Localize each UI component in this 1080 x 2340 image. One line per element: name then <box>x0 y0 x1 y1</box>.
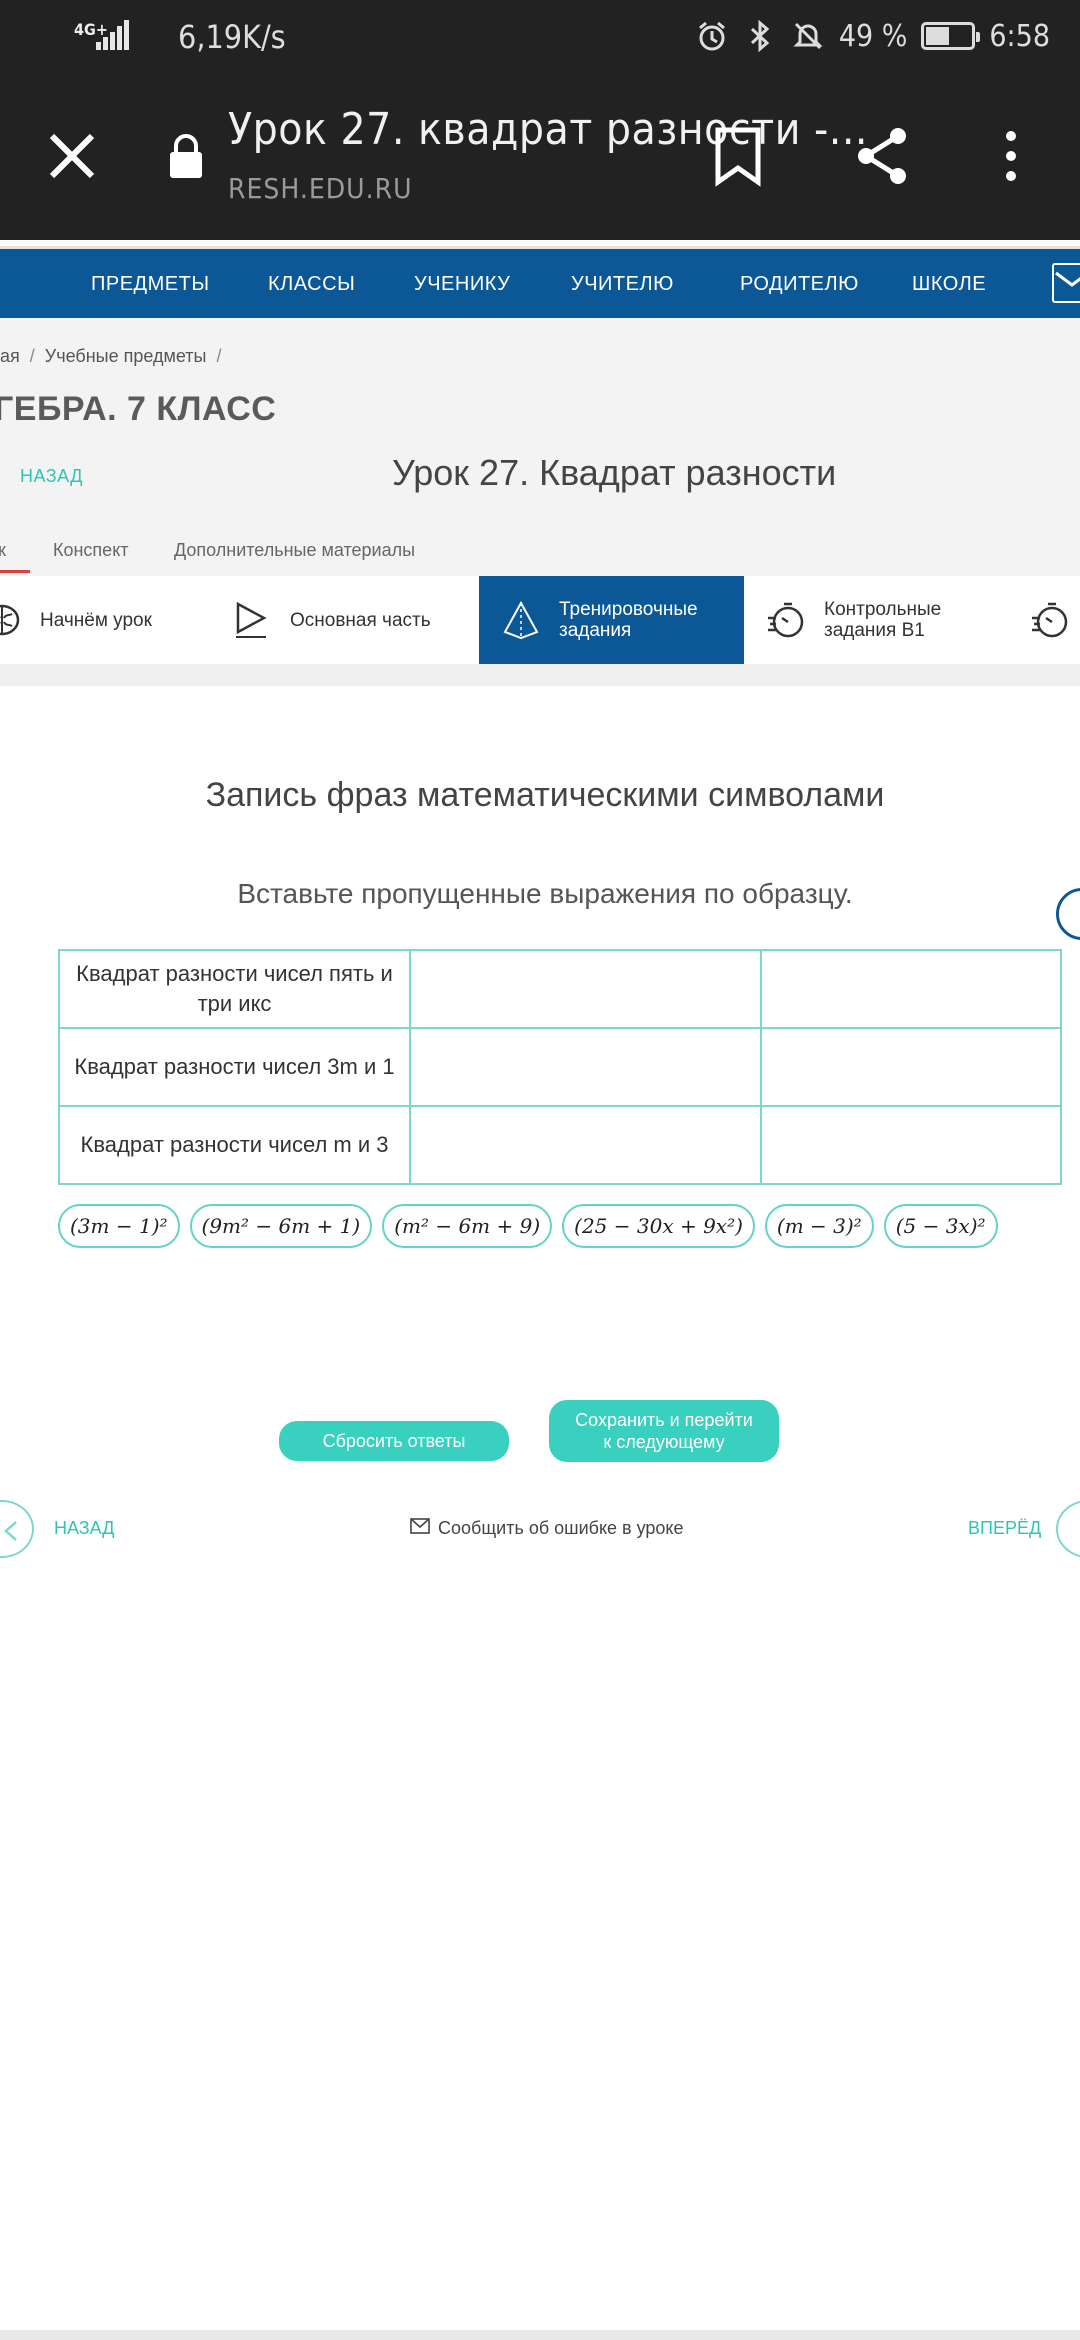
report-error-label: Сообщить об ошибке в уроке <box>438 1518 684 1538</box>
nav-item-parent[interactable]: РОДИТЕЛЮ <box>740 273 859 296</box>
step-control-b2[interactable] <box>1030 576 1080 664</box>
task-instructions: Вставьте пропущенные выражения по образц… <box>237 878 853 909</box>
step-label: Контрольные задания B1 <box>824 599 942 641</box>
bookmark-icon[interactable] <box>712 124 764 188</box>
lesson-steps: Начнём урок Основная часть Тренировочные… <box>0 576 1080 664</box>
step-label: Основная часть <box>290 609 431 631</box>
chevron-left-icon[interactable] <box>0 1500 34 1558</box>
more-options-icon[interactable] <box>996 124 1026 188</box>
row-label: Квадрат разности чисел m и 3 <box>58 1105 411 1185</box>
drop-zone[interactable] <box>760 1105 1062 1185</box>
step-label: Начнём урок <box>40 609 152 631</box>
drop-zone[interactable] <box>760 949 1062 1029</box>
page-title: Урок 27. квадрат разности -... <box>228 104 868 155</box>
mute-notifications-icon <box>791 19 825 53</box>
breadcrumb-item[interactable]: ая <box>0 346 20 366</box>
draggable-chip[interactable]: (m − 3)² <box>764 1204 874 1248</box>
drop-zone[interactable] <box>409 1027 762 1107</box>
drop-zone[interactable] <box>409 1105 762 1185</box>
back-link[interactable]: НАЗАД <box>20 466 83 487</box>
nav-item-teacher[interactable]: УЧИТЕЛЮ <box>571 273 674 296</box>
battery-icon <box>921 22 981 50</box>
table-row: Квадрат разности чисел 3m и 1 <box>58 1027 1062 1107</box>
tab-notes[interactable]: Конспект <box>53 540 129 561</box>
draggable-chip[interactable]: (9m² − 6m + 1) <box>189 1204 373 1248</box>
answer-table: Квадрат разности чисел пять и три икс Кв… <box>58 949 1062 1185</box>
draggable-chip[interactable]: (25 − 30x + 9x²) <box>562 1204 755 1248</box>
report-error-link[interactable]: Сообщить об ошибке в уроке <box>410 1518 684 1539</box>
table-row: Квадрат разности чисел пять и три икс <box>58 949 1062 1029</box>
status-bar: 4G+ 6,19K/s 49 % 6:58 <box>0 0 1080 72</box>
bluetooth-icon <box>743 19 777 53</box>
breadcrumb-separator: / <box>216 346 222 366</box>
active-tab-indicator <box>0 570 30 573</box>
nav-item-student[interactable]: УЧЕНИКУ <box>414 273 510 296</box>
alarm-icon <box>695 19 729 53</box>
nav-item-classes[interactable]: КЛАССЫ <box>268 273 355 296</box>
step-control-b1[interactable]: Контрольные задания B1 <box>766 576 976 664</box>
signal-icon <box>96 20 130 50</box>
lesson-title: Урок 27. Квадрат разности <box>392 452 837 493</box>
task-title: Запись фраз математическими символами <box>205 776 885 814</box>
tab-lesson[interactable]: к <box>0 540 6 561</box>
chevron-right-icon[interactable] <box>1056 1500 1080 1558</box>
play-icon <box>232 600 272 640</box>
save-and-next-button[interactable]: Сохранить и перейти к следующему <box>549 1400 779 1462</box>
row-label: Квадрат разности чисел пять и три икс <box>58 949 411 1029</box>
browser-toolbar: Урок 27. квадрат разности -... RESH.EDU.… <box>0 72 1080 240</box>
step-main-part[interactable]: Основная часть <box>232 576 472 664</box>
draggable-chip[interactable]: (m² − 6m + 9) <box>382 1204 553 1248</box>
brain-icon <box>0 600 22 640</box>
stopwatch-icon <box>1030 600 1070 640</box>
draggable-chip[interactable]: (5 − 3x)² <box>883 1204 998 1248</box>
nav-item-subjects[interactable]: ПРЕДМЕТЫ <box>91 273 210 296</box>
clock: 6:58 <box>989 18 1050 54</box>
network-speed: 6,19K/s <box>178 18 286 56</box>
pyramid-icon <box>501 600 541 640</box>
breadcrumb-separator: / <box>29 346 35 366</box>
nav-item-school[interactable]: ШКОЛЕ <box>912 273 986 296</box>
step-training[interactable]: Тренировочные задания <box>479 576 744 664</box>
back-button[interactable]: НАЗАД <box>54 1518 114 1539</box>
step-start[interactable]: Начнём урок <box>0 576 202 664</box>
lock-icon <box>166 132 206 180</box>
breadcrumb: ая / Учебные предметы / <box>0 346 231 367</box>
battery-percent: 49 % <box>838 18 908 54</box>
course-title: ГЕБРА. 7 КЛАСС <box>0 390 277 428</box>
steps-divider <box>0 664 1080 686</box>
bottom-gesture-bar <box>0 2330 1080 2340</box>
lesson-footer-nav: НАЗАД Сообщить об ошибке в уроке ВПЕРЁД <box>0 1500 1080 1560</box>
envelope-icon <box>410 1518 430 1539</box>
breadcrumb-item[interactable]: Учебные предметы <box>45 346 207 366</box>
answer-chips: (3m − 1)² (9m² − 6m + 1) (m² − 6m + 9) (… <box>58 1204 998 1248</box>
drop-zone[interactable] <box>760 1027 1062 1107</box>
stopwatch-icon <box>766 600 806 640</box>
reset-answers-button[interactable]: Сбросить ответы <box>279 1421 509 1461</box>
row-label: Квадрат разности чисел 3m и 1 <box>58 1027 411 1107</box>
site-navigation: ПРЕДМЕТЫ КЛАССЫ УЧЕНИКУ УЧИТЕЛЮ РОДИТЕЛЮ… <box>0 246 1080 318</box>
step-label: Тренировочные задания <box>559 599 698 641</box>
draggable-chip[interactable]: (3m − 1)² <box>58 1204 180 1248</box>
tab-additional-materials[interactable]: Дополнительные материалы <box>174 540 415 561</box>
next-button[interactable]: ВПЕРЁД <box>968 1518 1041 1539</box>
mail-icon[interactable] <box>1052 263 1080 303</box>
share-icon[interactable] <box>852 124 912 188</box>
close-icon[interactable] <box>40 124 104 188</box>
page-url[interactable]: RESH.EDU.RU <box>228 172 413 205</box>
table-row: Квадрат разности чисел m и 3 <box>58 1105 1062 1185</box>
drop-zone[interactable] <box>409 949 762 1029</box>
